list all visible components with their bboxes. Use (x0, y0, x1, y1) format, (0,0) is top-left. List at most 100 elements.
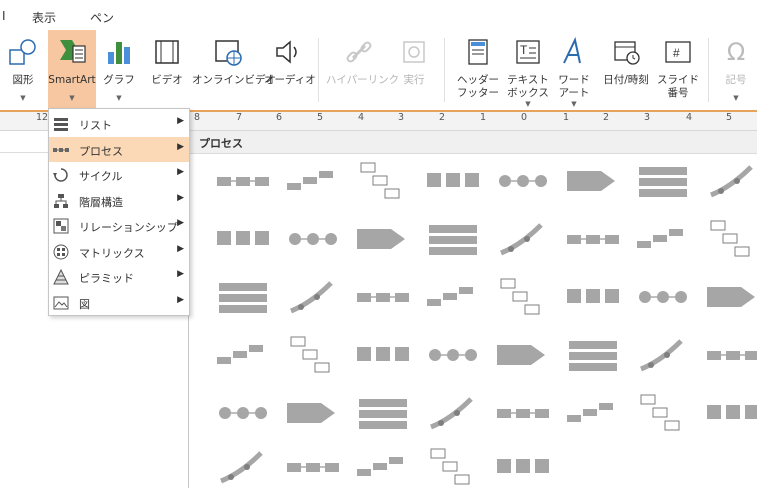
tab-pen[interactable]: ペン (90, 9, 114, 26)
smartart-layout-thumbnail[interactable] (561, 273, 625, 321)
layout-preview-icon (707, 351, 757, 360)
smartart-layout-thumbnail[interactable] (561, 331, 625, 379)
menu-item-process[interactable]: プロセス ▶ (49, 136, 189, 162)
smartart-layout-thumbnail[interactable] (351, 389, 415, 437)
smartart-layout-thumbnail[interactable] (561, 157, 625, 205)
smartart-layout-thumbnail[interactable] (351, 331, 415, 379)
run-button[interactable]: 実行 (394, 30, 434, 110)
smartart-layout-thumbnail[interactable] (701, 389, 757, 437)
gallery-category-title: プロセス (199, 137, 243, 150)
smartart-layout-thumbnail[interactable] (281, 273, 345, 321)
hyperlink-button[interactable]: ハイパーリンク (326, 30, 399, 110)
smartart-layout-thumbnail[interactable] (631, 389, 695, 437)
layout-preview-icon (429, 225, 477, 255)
smartart-layout-thumbnail[interactable] (631, 273, 695, 321)
menu-item-matrix[interactable]: マトリックス ▶ (49, 239, 189, 264)
layout-preview-icon (567, 289, 619, 303)
smartart-layout-thumbnail[interactable] (421, 157, 485, 205)
smartart-layout-thumbnail[interactable] (631, 331, 695, 379)
smartart-layout-thumbnail[interactable] (631, 157, 695, 205)
smartart-layout-thumbnail[interactable] (491, 157, 555, 205)
menu-item-hierarchy[interactable]: 階層構造 ▶ (49, 188, 189, 213)
datetime-label: 日付/時刻 (603, 74, 649, 86)
smartart-layout-thumbnail[interactable] (491, 331, 555, 379)
smartart-layout-thumbnail[interactable] (561, 215, 625, 263)
smartart-layout-thumbnail[interactable] (631, 215, 695, 263)
header-footer-button[interactable]: ヘッダー フッター (452, 30, 504, 110)
menu-item-label: 図 (79, 297, 90, 311)
layout-preview-icon (497, 409, 549, 418)
textbox-button[interactable]: T テキスト ボックス ▼ (504, 30, 552, 110)
smartart-layout-thumbnail[interactable] (421, 331, 485, 379)
ruler-tick-label: 4 (686, 112, 693, 123)
smartart-layout-thumbnail[interactable] (491, 389, 555, 437)
smartart-layout-thumbnail[interactable] (281, 389, 345, 437)
layout-preview-icon (360, 162, 400, 199)
smartart-layout-thumbnail[interactable] (351, 157, 415, 205)
footer-label: フッター (457, 87, 499, 99)
menu-item-picture[interactable]: 図 ▶ (49, 290, 189, 315)
ruler-tick-label: 6 (276, 112, 283, 123)
shapes-button[interactable]: 図形 ▼ (0, 30, 46, 110)
wordart-icon (563, 36, 581, 64)
menu-item-pyramid[interactable]: ピラミッド ▶ (49, 264, 189, 289)
chevron-down-icon: ▼ (733, 94, 739, 102)
menu-item-relationship[interactable]: リレーションシップ ▶ (49, 213, 189, 238)
smartart-layout-thumbnail[interactable] (491, 443, 555, 491)
layout-preview-icon (219, 283, 267, 313)
smartart-layout-thumbnail[interactable] (211, 331, 275, 379)
symbol-button[interactable]: Ω 記号 ▼ (716, 30, 756, 110)
textbox-line1: テキスト (507, 74, 549, 86)
smartart-layout-thumbnail[interactable] (701, 331, 757, 379)
smartart-layout-thumbnail[interactable] (281, 157, 345, 205)
smartart-layout-thumbnail[interactable] (421, 389, 485, 437)
datetime-button[interactable]: 日付/時刻 (596, 30, 656, 110)
smartart-layout-thumbnail[interactable] (281, 331, 345, 379)
smartart-layout-thumbnail[interactable] (211, 215, 275, 263)
smartart-layout-thumbnail[interactable] (701, 215, 757, 263)
layout-preview-icon (287, 403, 335, 423)
smartart-layout-thumbnail[interactable] (561, 389, 625, 437)
smartart-layout-thumbnail[interactable] (351, 273, 415, 321)
svg-text:T: T (520, 43, 528, 57)
audio-button[interactable]: オーディオ (264, 30, 316, 110)
wordart-button[interactable]: ワード アート ▼ (552, 30, 596, 110)
smartart-layout-thumbnail[interactable] (281, 215, 345, 263)
slide-number-button[interactable]: # スライド 番号 (656, 30, 700, 110)
smartart-icon (60, 40, 86, 63)
smartart-layout-thumbnail[interactable] (211, 273, 275, 321)
bar-chart-icon (108, 42, 130, 64)
smartart-layout-thumbnail[interactable] (351, 215, 415, 263)
smartart-layout-thumbnail[interactable] (491, 215, 555, 263)
smartart-layout-thumbnail[interactable] (701, 157, 757, 205)
smartart-layout-thumbnail[interactable] (211, 157, 275, 205)
ruler-tick-label: 1 (563, 112, 570, 123)
smartart-layout-thumbnail[interactable] (421, 443, 485, 491)
layout-preview-icon (217, 177, 269, 186)
layout-preview-icon (497, 459, 549, 473)
list-icon (54, 118, 68, 131)
smartart-layout-thumbnail[interactable] (421, 215, 485, 263)
menu-item-list[interactable]: リスト ▶ (49, 111, 189, 136)
smartart-layout-thumbnail[interactable] (351, 443, 415, 491)
smartart-layout-thumbnail[interactable] (491, 273, 555, 321)
menu-item-cycle[interactable]: サイクル ▶ (49, 162, 189, 187)
smartart-layout-thumbnail[interactable] (421, 273, 485, 321)
ruler-tick-label: 3 (644, 112, 651, 123)
smartart-layout-thumbnail[interactable] (281, 443, 345, 491)
video-button[interactable]: ビデオ (145, 30, 189, 110)
graph-button[interactable]: グラフ ▼ (98, 30, 140, 110)
calendar-clock-icon (614, 41, 640, 65)
online-video-button[interactable]: オンラインビデオ (192, 30, 276, 110)
layout-preview-icon (710, 165, 753, 198)
smartart-button[interactable]: SmartArt ▼ (48, 30, 96, 110)
smartart-layout-thumbnail[interactable] (701, 273, 757, 321)
layout-preview-icon (639, 167, 687, 197)
ribbon-tabs: I 表示 ペン (0, 0, 757, 30)
tab-view[interactable]: 表示 (32, 9, 56, 26)
menu-item-label: プロセス (79, 144, 123, 158)
smartart-layout-thumbnail[interactable] (211, 443, 275, 491)
chevron-down-icon: ▼ (116, 94, 122, 102)
tab-partial[interactable]: I (2, 9, 6, 23)
smartart-layout-thumbnail[interactable] (211, 389, 275, 437)
